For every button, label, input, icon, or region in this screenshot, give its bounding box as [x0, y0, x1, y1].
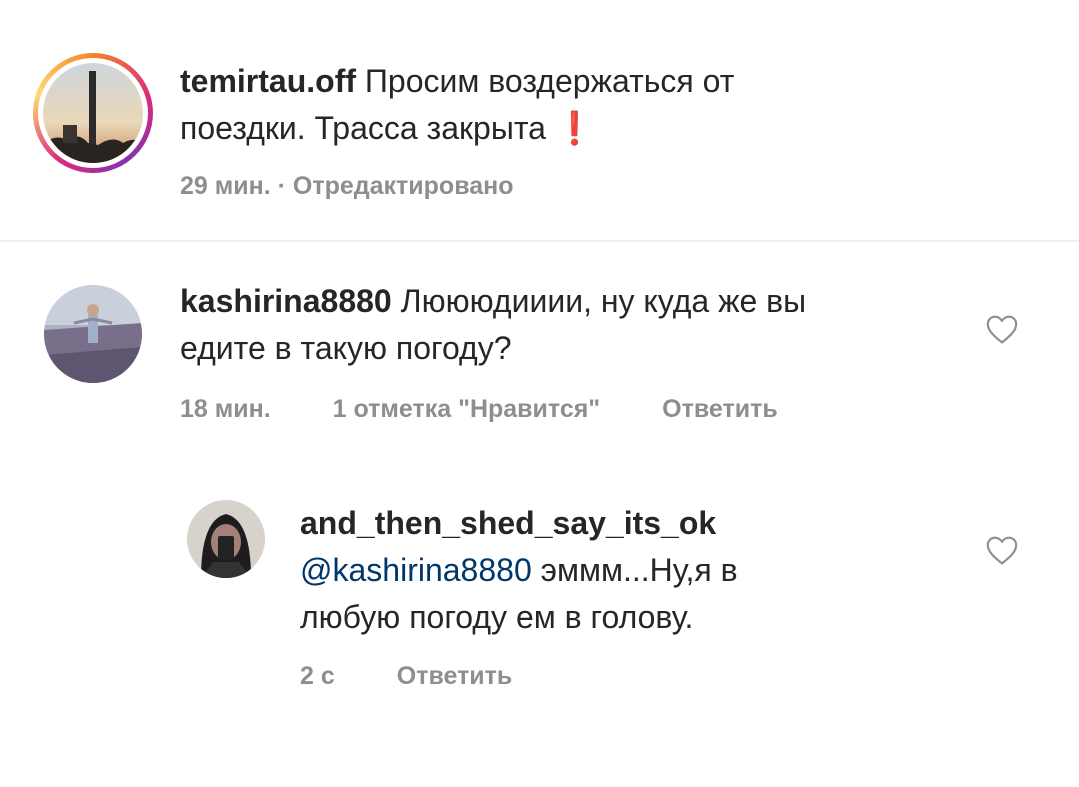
post-time: 29 мин.	[180, 172, 271, 200]
post-username[interactable]: temirtau.off	[180, 63, 356, 99]
avatar-image	[43, 63, 143, 163]
comment-meta: 18 мин. 1 отметка "Нравится" Ответить	[180, 395, 840, 424]
reply-button[interactable]: Ответить	[662, 395, 778, 423]
comment-text: kashirina8880 Люююдииии, ну куда же вы е…	[180, 278, 806, 372]
reply-avatar[interactable]	[187, 500, 265, 578]
comment-username[interactable]: kashirina8880	[180, 283, 392, 319]
reply-text: and_then_shed_say_its_ok @kashirina8880 …	[300, 500, 738, 641]
reply-time: 2 с	[300, 662, 335, 690]
post-caption: temirtau.off Просим воздержаться от поез…	[0, 0, 1079, 240]
reply-line-2: любую погоду ем в голову.	[300, 599, 694, 635]
reply-button[interactable]: Ответить	[397, 662, 513, 690]
divider	[0, 240, 1079, 242]
meta-separator: ·	[270, 172, 293, 200]
post-meta: 29 мин. · Отредактировано	[180, 172, 514, 201]
likes-count[interactable]: 1 отметка "Нравится"	[333, 395, 601, 423]
reply-username[interactable]: and_then_shed_say_its_ok	[300, 500, 738, 547]
reply-meta: 2 с Ответить	[300, 662, 574, 691]
exclamation-icon: ❗	[554, 110, 595, 146]
commenter-avatar[interactable]	[44, 285, 142, 383]
edited-label: Отредактировано	[292, 172, 514, 200]
reply-line-1: эммм...Ну,я в	[531, 552, 738, 588]
caption-line-2: поездки. Трасса закрыта	[180, 110, 546, 146]
comment-line-2: едите в такую погоду?	[180, 330, 512, 366]
like-heart-icon[interactable]	[985, 534, 1019, 566]
caption-text: temirtau.off Просим воздержаться от поез…	[180, 58, 734, 152]
mention-link[interactable]: @kashirina8880	[300, 552, 532, 588]
caption-line-1: Просим воздержаться от	[364, 63, 735, 99]
comment-line-1: Люююдииии, ну куда же вы	[400, 283, 807, 319]
like-heart-icon[interactable]	[985, 313, 1019, 345]
post-author-avatar[interactable]	[33, 53, 153, 173]
comment-time: 18 мин.	[180, 395, 271, 423]
